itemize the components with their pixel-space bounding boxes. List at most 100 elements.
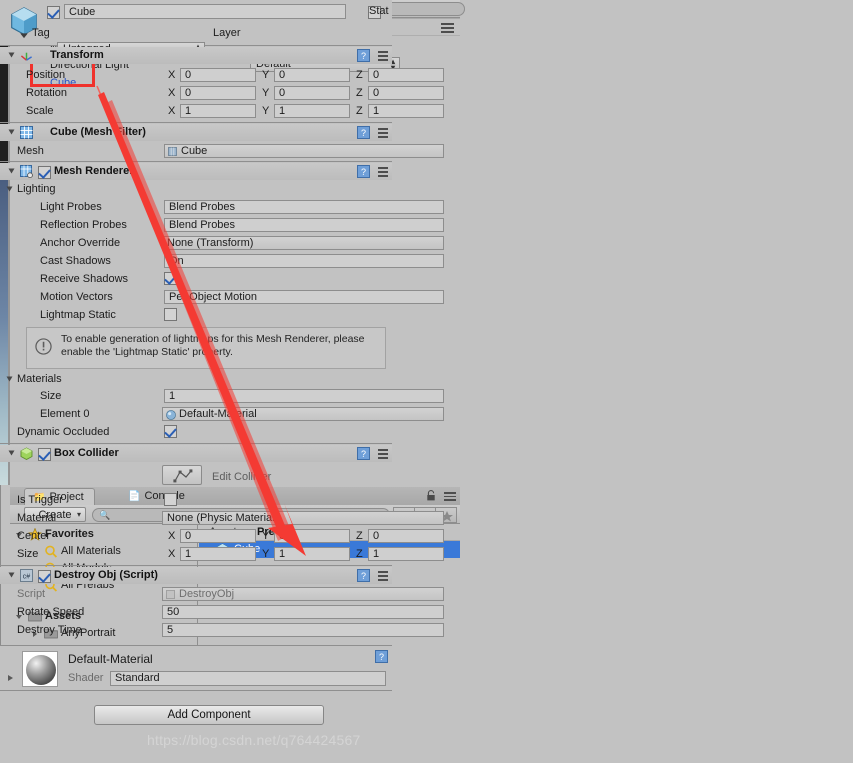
help-icon[interactable]: ? [357, 165, 370, 178]
size-y-input[interactable]: 1 [274, 547, 350, 561]
scale-y-input[interactable]: 1 [274, 104, 350, 118]
material-preview-header: Default-Material Shader Standard ? [0, 645, 392, 691]
chevron-right-icon[interactable] [8, 675, 13, 681]
scale-z-input[interactable]: 1 [368, 104, 392, 118]
rotation-y-input[interactable]: 0 [274, 86, 350, 100]
destroy-obj-enabled-checkbox[interactable] [38, 570, 51, 583]
position-x-value: 0 [185, 69, 191, 81]
mesh-icon [168, 147, 177, 156]
collider-center-row: Center X 0 Y 0 Z 0 [0, 527, 392, 545]
size-x-input[interactable]: 1 [180, 547, 256, 561]
mesh-renderer-enabled-checkbox[interactable] [38, 166, 51, 179]
reflection-probes-row: Reflection Probes Blend Probes [0, 216, 392, 234]
chevron-down-icon[interactable] [9, 53, 15, 58]
mesh-object-field[interactable]: Cube [164, 144, 392, 158]
component-menu-icon[interactable] [374, 167, 388, 177]
svg-text:?: ? [361, 449, 366, 459]
add-component-button[interactable]: Add Component [94, 705, 324, 725]
row-label: Element 0 [40, 408, 90, 420]
chevron-down-icon[interactable] [7, 377, 13, 382]
motion-vectors-dropdown[interactable]: Per Object Motion [164, 290, 392, 304]
axis-y-label: Y [262, 530, 269, 542]
help-icon[interactable]: ? [357, 49, 370, 62]
physic-material-object-field[interactable]: None (Physic Material) [162, 511, 392, 525]
lock-icon[interactable] [426, 490, 436, 501]
svg-text:?: ? [361, 571, 366, 581]
component-menu-icon[interactable] [374, 128, 388, 138]
component-menu-icon[interactable] [374, 449, 388, 459]
axis-z-label: Z [356, 69, 363, 81]
lighting-foldout[interactable]: Lighting [0, 181, 392, 198]
chevron-down-icon[interactable] [7, 187, 13, 192]
component-menu-icon[interactable] [374, 51, 388, 61]
position-z-input[interactable]: 0 [368, 68, 392, 82]
reflection-probes-dropdown[interactable]: Blend Probes [164, 218, 392, 232]
project-menu-icon[interactable] [438, 492, 456, 501]
component-menu-icon[interactable] [374, 571, 388, 581]
row-label: Reflection Probes [40, 219, 127, 231]
rotate-speed-row: Rotate Speed 50 [0, 603, 392, 621]
cast-shadows-dropdown[interactable]: On [164, 254, 392, 268]
inspector-object-header: Cube Stat Tag Untagged ▴▾ Layer Default … [0, 0, 392, 46]
material-preview-sphere [26, 655, 56, 685]
center-x-input[interactable]: 0 [180, 529, 256, 543]
rotation-x-value: 0 [185, 87, 191, 99]
rotate-speed-input[interactable]: 50 [162, 605, 392, 619]
anchor-override-object-field[interactable]: None (Transform) [162, 236, 392, 250]
axis-y-label: Y [262, 548, 269, 560]
hierarchy-menu-icon[interactable] [434, 23, 454, 33]
position-y-input[interactable]: 0 [274, 68, 350, 82]
component-header-box-collider[interactable]: Box Collider ? [0, 445, 392, 462]
axis-z-label: Z [356, 105, 363, 117]
component-header-transform[interactable]: Transform ? [0, 47, 392, 64]
is-trigger-checkbox[interactable] [164, 493, 177, 506]
unity-editor-window: Create ▾ 🔍 ▾ All Demo3* [0, 0, 853, 763]
box-collider-enabled-checkbox[interactable] [38, 448, 51, 461]
chevron-down-icon[interactable] [9, 130, 15, 135]
center-z-input[interactable]: 0 [368, 529, 392, 543]
row-label: Size [17, 548, 38, 560]
chevron-down-icon[interactable] [9, 573, 15, 578]
gameobject-enabled-checkbox[interactable] [47, 6, 60, 19]
anchor-override-row: Anchor Override None (Transform) [0, 234, 392, 252]
receive-shadows-checkbox[interactable] [164, 272, 177, 285]
axis-x-label: X [168, 69, 175, 81]
destroy-time-input[interactable]: 5 [162, 623, 392, 637]
dynamic-occluded-checkbox[interactable] [164, 425, 177, 438]
center-y-input[interactable]: 0 [274, 529, 350, 543]
materials-foldout[interactable]: Materials [0, 371, 392, 388]
element0-object-field[interactable]: Default-Material [162, 407, 392, 421]
light-probes-value: Blend Probes [169, 201, 235, 213]
rotation-z-input[interactable]: 0 [368, 86, 392, 100]
rotation-x-input[interactable]: 0 [180, 86, 256, 100]
edit-collider-row: Edit Collider [0, 463, 392, 489]
component-header-destroy-obj[interactable]: c# Destroy Obj (Script) ? [0, 567, 392, 584]
lightmap-static-checkbox[interactable] [164, 308, 177, 321]
row-label: Receive Shadows [40, 273, 128, 285]
edit-collider-button[interactable] [162, 465, 202, 485]
row-label: Scale [26, 105, 54, 117]
help-icon[interactable]: ? [375, 650, 388, 663]
materials-size-row: Size 1 [0, 387, 392, 405]
gameobject-name-input[interactable]: Cube [64, 4, 346, 19]
help-icon[interactable]: ? [357, 569, 370, 582]
chevron-down-icon[interactable] [9, 169, 15, 174]
destroy-time-row: Destroy Time 5 [0, 621, 392, 639]
mesh-value: Cube [181, 145, 207, 157]
scale-x-input[interactable]: 1 [180, 104, 256, 118]
center-z-value: 0 [373, 530, 379, 542]
component-title: Destroy Obj (Script) [54, 569, 158, 581]
transform-icon [20, 49, 33, 62]
help-icon[interactable]: ? [357, 126, 370, 139]
static-label: Stat [369, 5, 389, 17]
light-probes-dropdown[interactable]: Blend Probes [164, 200, 392, 214]
materials-size-input[interactable]: 1 [164, 389, 392, 403]
transform-position-row: Position X 0 Y 0 Z 0 [0, 66, 392, 84]
shader-dropdown[interactable]: Standard [110, 671, 386, 686]
size-z-input[interactable]: 1 [368, 547, 392, 561]
chevron-down-icon[interactable] [9, 451, 15, 456]
component-header-mesh-renderer[interactable]: Mesh Renderer ? [0, 163, 392, 180]
help-icon[interactable]: ? [357, 447, 370, 460]
position-x-input[interactable]: 0 [180, 68, 256, 82]
component-header-mesh-filter[interactable]: Cube (Mesh Filter) ? [0, 124, 392, 141]
